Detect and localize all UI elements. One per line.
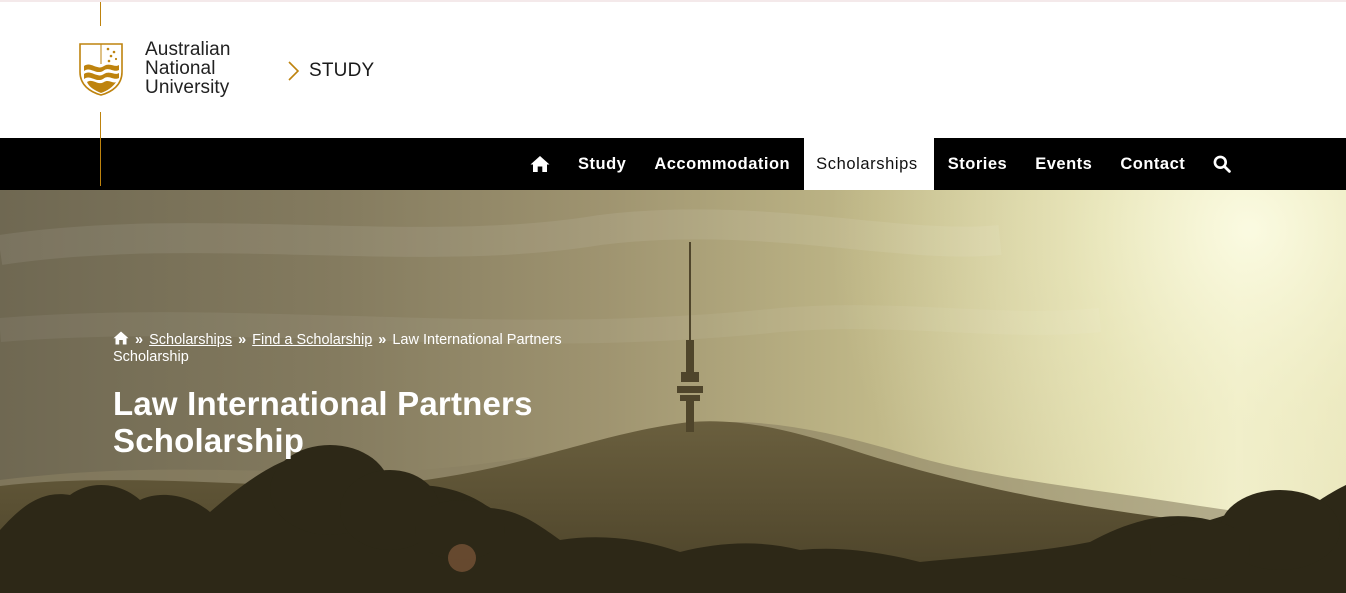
nav-item-contact[interactable]: Contact (1106, 138, 1199, 190)
nav-item-events[interactable]: Events (1021, 138, 1106, 190)
logo-line-3: University (145, 77, 230, 98)
logo-line-1: Australian (145, 39, 231, 60)
gold-divider-bottom (100, 112, 101, 186)
breadcrumb-separator: » (378, 332, 387, 348)
logo-line-2: National (145, 58, 216, 79)
main-navigation: Study Accommodation Scholarships Stories… (0, 138, 1346, 190)
breadcrumb-separator: » (135, 332, 144, 348)
breadcrumb-link-find-a-scholarship[interactable]: Find a Scholarship (252, 332, 372, 348)
breadcrumb-separator: » (238, 332, 247, 348)
nav-item-accommodation[interactable]: Accommodation (640, 138, 804, 190)
page-title: Law International Partners Scholarship (113, 385, 533, 459)
nav-search-button[interactable] (1199, 138, 1245, 190)
nav-list: Study Accommodation Scholarships Stories… (516, 138, 1245, 190)
anu-logo-link[interactable]: Australian National University (78, 40, 248, 102)
gold-divider-top (100, 2, 101, 26)
nav-home-link[interactable] (516, 138, 564, 190)
home-icon (530, 156, 550, 172)
search-icon (1213, 155, 1232, 173)
nav-item-study[interactable]: Study (564, 138, 640, 190)
site-section-label: STUDY (309, 60, 375, 81)
anu-crest-icon (79, 43, 123, 96)
nav-item-stories[interactable]: Stories (934, 138, 1021, 190)
nav-item-scholarships[interactable]: Scholarships (804, 138, 934, 190)
breadcrumb-link-scholarships[interactable]: Scholarships (149, 332, 232, 348)
breadcrumb-home-icon[interactable] (113, 331, 129, 345)
hero-banner: » Scholarships » Find a Scholarship » Law Int… (0, 190, 1346, 593)
university-name: Australian National University (145, 40, 231, 97)
site-header: Australian National University STUDY (0, 2, 1346, 138)
chevron-right-icon (288, 61, 300, 81)
breadcrumb: » Scholarships» Find a Scholarship» Law Int… (113, 331, 593, 366)
site-section-link[interactable]: STUDY (287, 58, 374, 84)
